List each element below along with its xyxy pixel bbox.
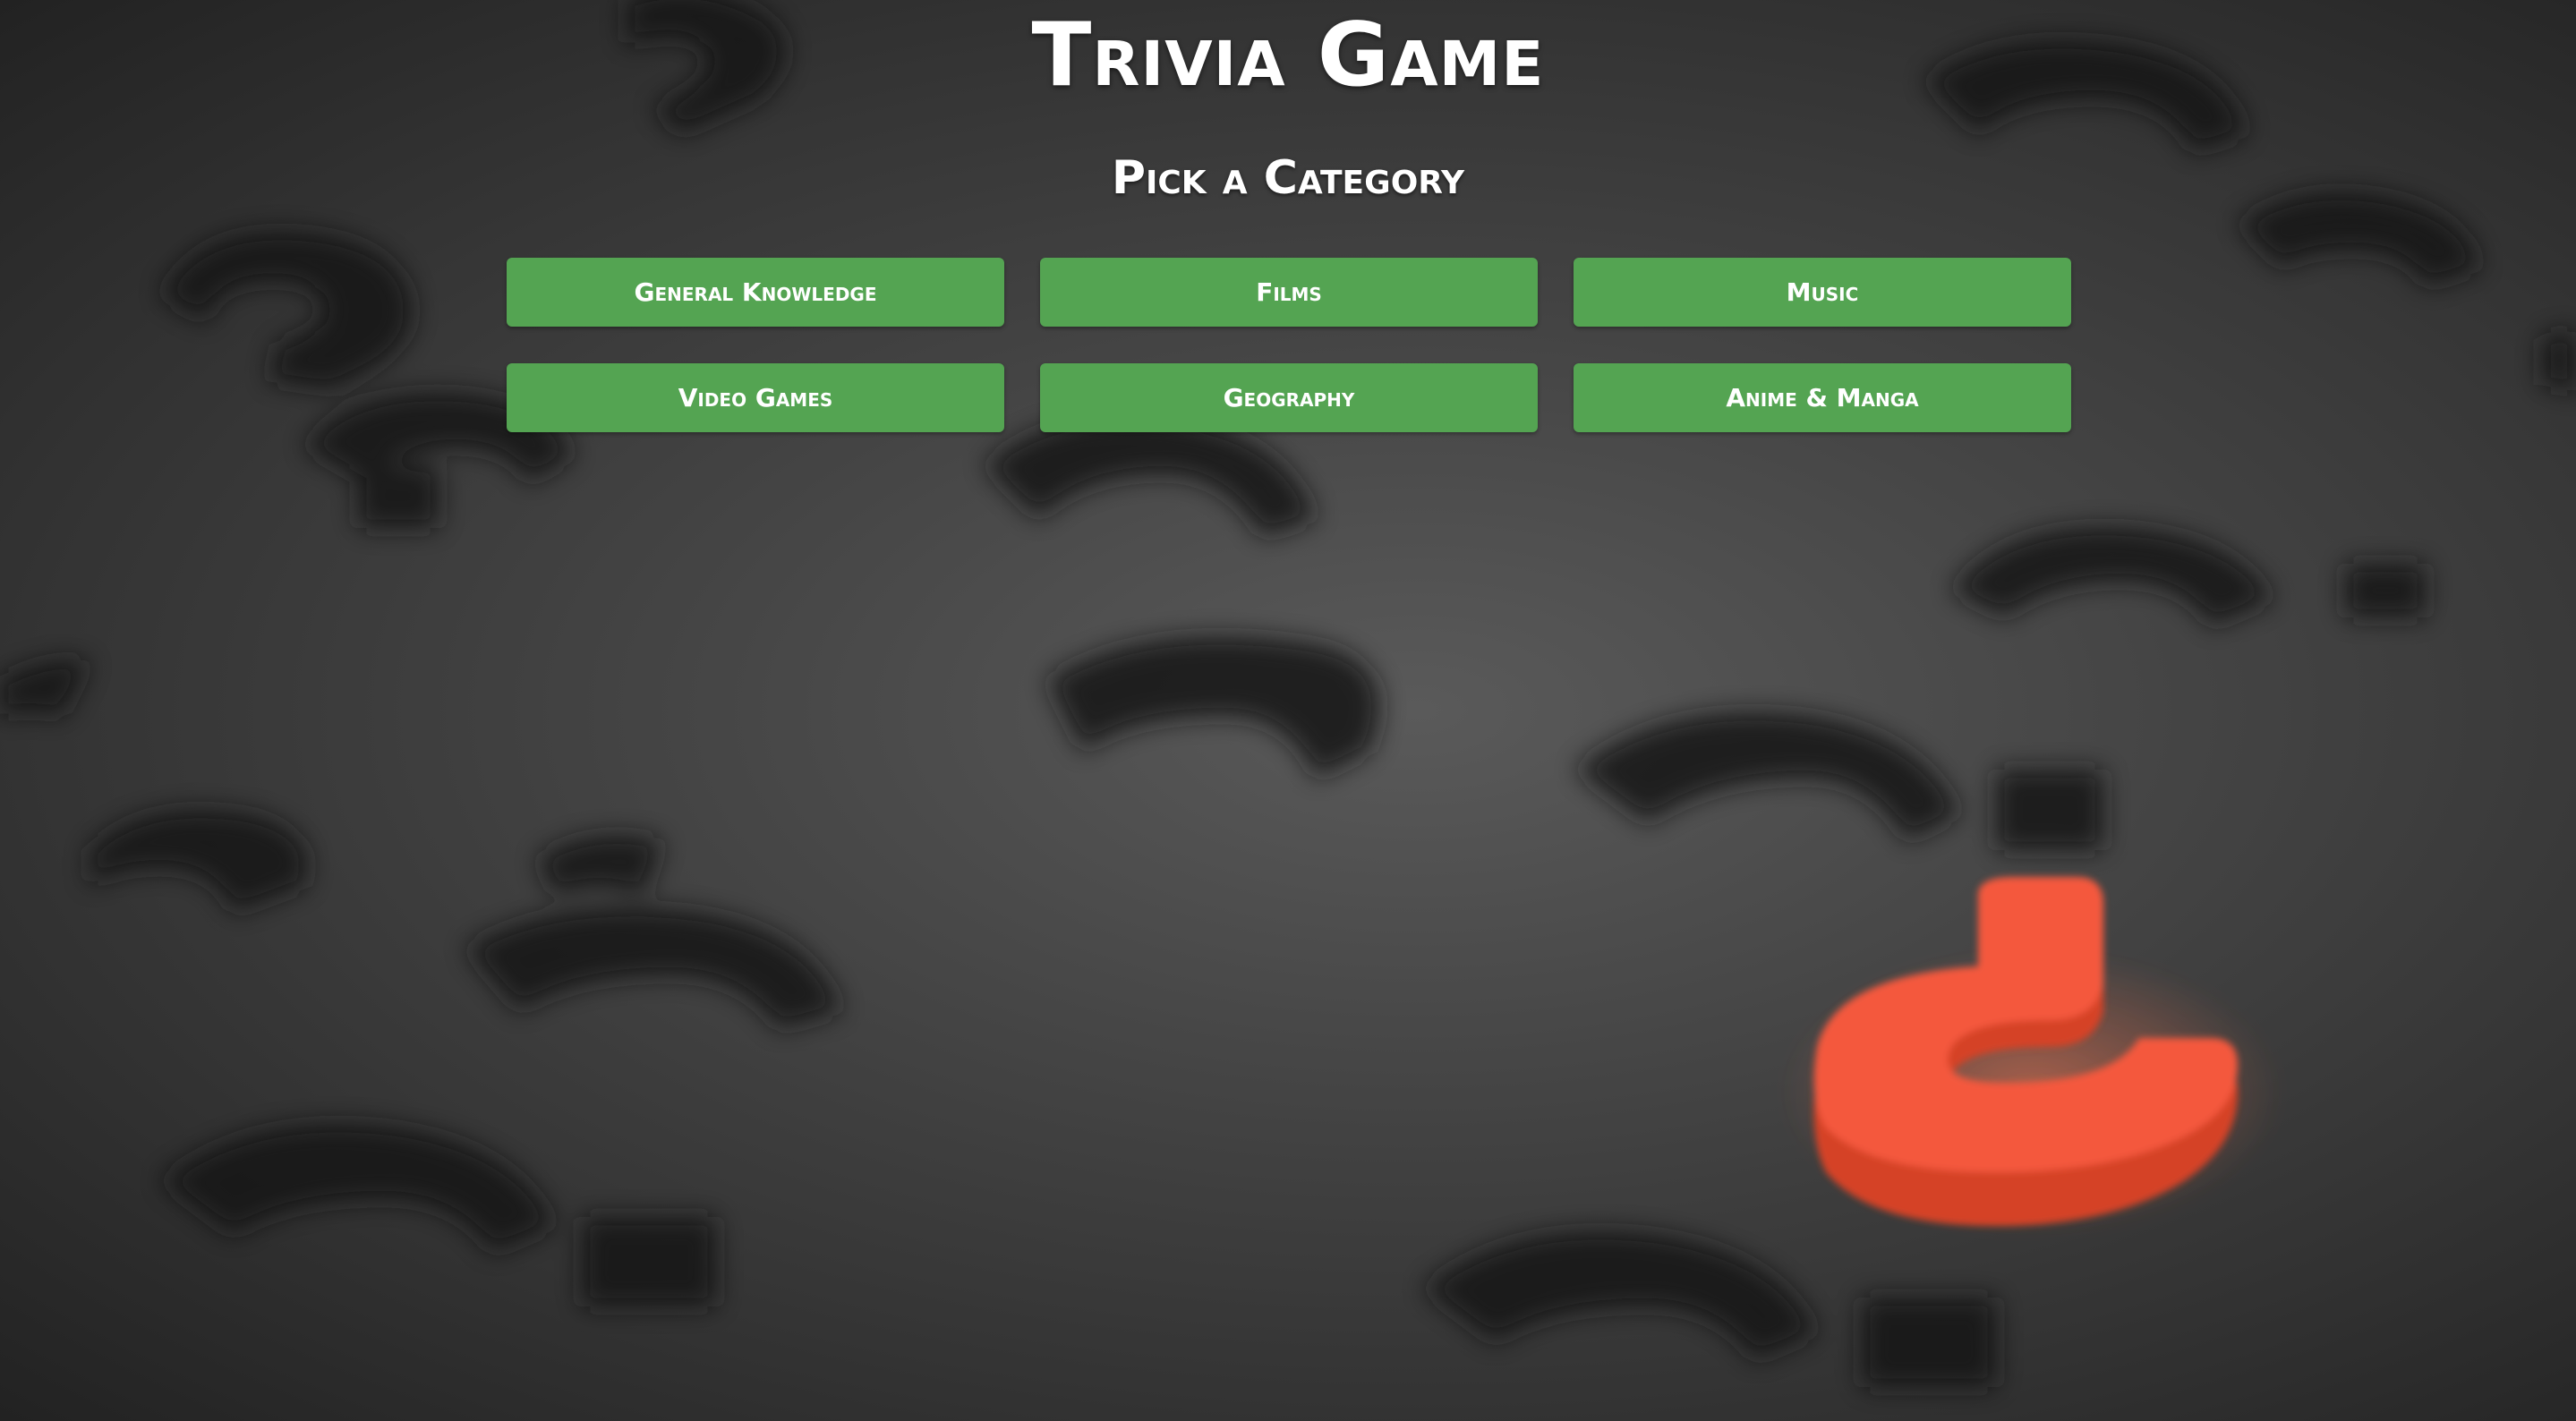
category-button-geography[interactable]: Geography (1040, 363, 1538, 432)
category-button-general-knowledge[interactable]: General Knowledge (507, 258, 1004, 327)
category-button-video-games[interactable]: Video Games (507, 363, 1004, 432)
category-grid: General Knowledge Films Music Video Game… (507, 258, 2071, 432)
category-button-anime-manga[interactable]: Anime & Manga (1574, 363, 2071, 432)
category-button-films[interactable]: Films (1040, 258, 1538, 327)
page-content: Trivia Game Pick a Category General Know… (0, 0, 2576, 1421)
category-button-music[interactable]: Music (1574, 258, 2071, 327)
category-prompt: Pick a Category (1111, 151, 1465, 205)
page-title: Trivia Game (1031, 4, 1545, 106)
